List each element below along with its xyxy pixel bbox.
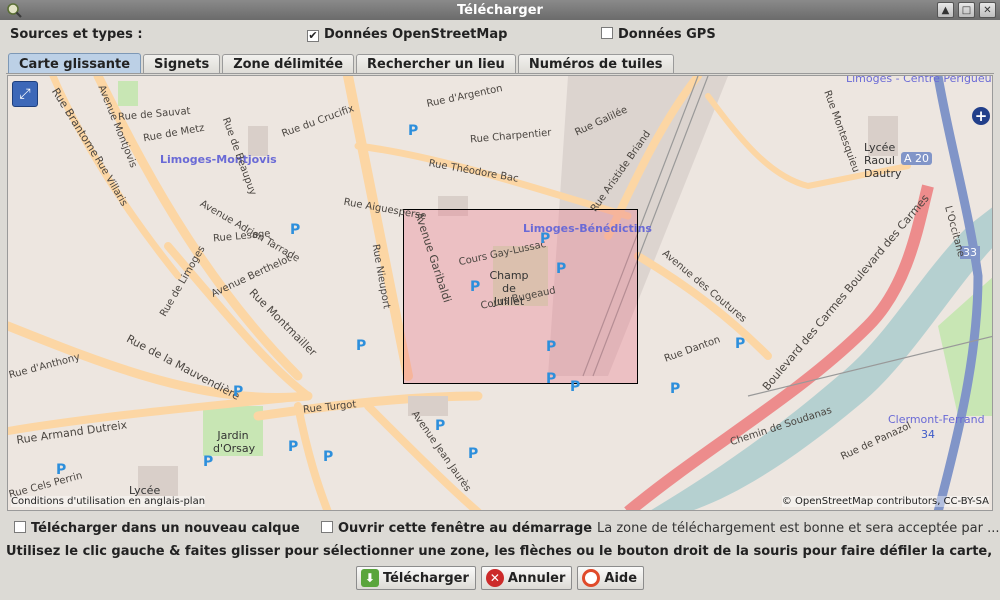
map-terms-link[interactable]: Conditions d'utilisation en anglais-plan (11, 496, 206, 507)
label-a20: A 20 (901, 152, 933, 165)
road-garibaldi (343, 76, 413, 381)
osm-checkbox-box[interactable]: ✔ (307, 30, 319, 42)
tab-search-place[interactable]: Rechercher un lieu (356, 54, 516, 73)
gps-checkbox-label: Données GPS (618, 27, 716, 42)
sources-label: Sources et types : (10, 27, 143, 42)
open-on-startup-label: Ouvrir cette fenêtre au démarrage (338, 521, 593, 536)
tab-tile-numbers[interactable]: Numéros de tuiles (517, 54, 674, 73)
download-area-status: La zone de téléchargement est bonne et s… (597, 521, 1000, 536)
gps-checkbox-box[interactable] (601, 27, 613, 39)
sources-row: Sources et types : ✔ Données OpenStreetMa… (10, 27, 990, 45)
map-attribution: © OpenStreetMap contributors, CC-BY-SA (781, 496, 989, 507)
window-title: Télécharger (457, 2, 543, 18)
tab-bookmarks[interactable]: Signets (143, 54, 221, 73)
parking-icon: P (670, 381, 681, 397)
parking-icon: P (435, 418, 446, 434)
parking-icon: P (546, 339, 557, 355)
download-button[interactable]: ⬇ Télécharger (355, 566, 476, 590)
map-zoom-in-button[interactable]: + (972, 107, 990, 125)
title-bar: Télécharger ▲ □ ✕ (0, 0, 1000, 20)
help-button-label: Aide (604, 570, 638, 586)
osm-checkbox-label: Données OpenStreetMap (324, 27, 508, 42)
label-jardin-orsay: Jardin d'Orsay (213, 429, 256, 455)
dialog-buttons: ⬇ Télécharger ✕ Annuler Aide (0, 566, 1000, 590)
help-lifebuoy-icon (582, 569, 601, 587)
options-row: Télécharger dans un nouveau calque Ouvri… (14, 521, 1000, 539)
parking-icon: P (56, 462, 67, 478)
park-north (118, 81, 138, 106)
parking-icon: P (408, 123, 419, 139)
parking-icon: P (570, 379, 581, 395)
label-route-34: 34 (921, 428, 935, 441)
tab-bounding-box[interactable]: Zone délimitée (222, 54, 355, 73)
parking-icon: P (323, 449, 334, 465)
tabs-divider (6, 73, 994, 74)
window-close-icon[interactable]: ✕ (979, 2, 996, 18)
parking-icon: P (556, 261, 567, 277)
instructions-text: Utilisez le clic gauche & faites glisser… (6, 544, 996, 559)
parking-icon: P (288, 439, 299, 455)
open-on-startup-checkbox[interactable]: Ouvrir cette fenêtre au démarrage (321, 521, 592, 536)
river-vienne (651, 207, 992, 510)
download-area-tabs: Carte glissante Signets Zone délimitée R… (8, 53, 676, 74)
parking-icon: P (356, 338, 367, 354)
building-block (248, 126, 268, 156)
cancel-button-label: Annuler (507, 570, 566, 586)
map-zoom-fullscreen-button[interactable]: ⤢ (12, 81, 38, 107)
place-label-perigueux: Limoges - Centre Périgueux (846, 75, 993, 85)
parking-icon: P (735, 336, 746, 352)
parking-icon: P (233, 384, 244, 400)
new-layer-checkbox-box[interactable] (14, 521, 26, 533)
tab-slippy-map[interactable]: Carte glissante (8, 53, 142, 74)
cancel-icon: ✕ (485, 569, 504, 587)
parking-icon: P (546, 371, 557, 387)
parking-icon: P (203, 454, 214, 470)
osm-data-checkbox[interactable]: ✔ Données OpenStreetMap (307, 27, 507, 42)
window-maximize-icon[interactable]: □ (958, 2, 975, 18)
help-button[interactable]: Aide (577, 566, 645, 590)
parking-icon: P (468, 446, 479, 462)
josm-app-icon (7, 3, 22, 18)
download-button-label: Télécharger (382, 570, 469, 586)
download-icon: ⬇ (360, 569, 379, 587)
gps-data-checkbox[interactable]: Données GPS (601, 27, 716, 42)
slippy-map[interactable]: ⤢ + Limoges-Montjovis Limoges-Bénédictin… (7, 75, 993, 511)
place-label-montjovis: Limoges-Montjovis (160, 153, 277, 166)
open-on-startup-checkbox-box[interactable] (321, 521, 333, 533)
cancel-button[interactable]: ✕ Annuler (480, 566, 573, 590)
window-roll-up-icon[interactable]: ▲ (937, 2, 954, 18)
parking-icon: P (540, 231, 551, 247)
parking-icon: P (470, 279, 481, 295)
new-layer-label: Télécharger dans un nouveau calque (31, 521, 300, 536)
label-lycee-raoul-dautry: Lycée Raoul Dautry (864, 141, 902, 180)
new-layer-checkbox[interactable]: Télécharger dans un nouveau calque (14, 521, 300, 536)
parking-icon: P (290, 222, 301, 238)
